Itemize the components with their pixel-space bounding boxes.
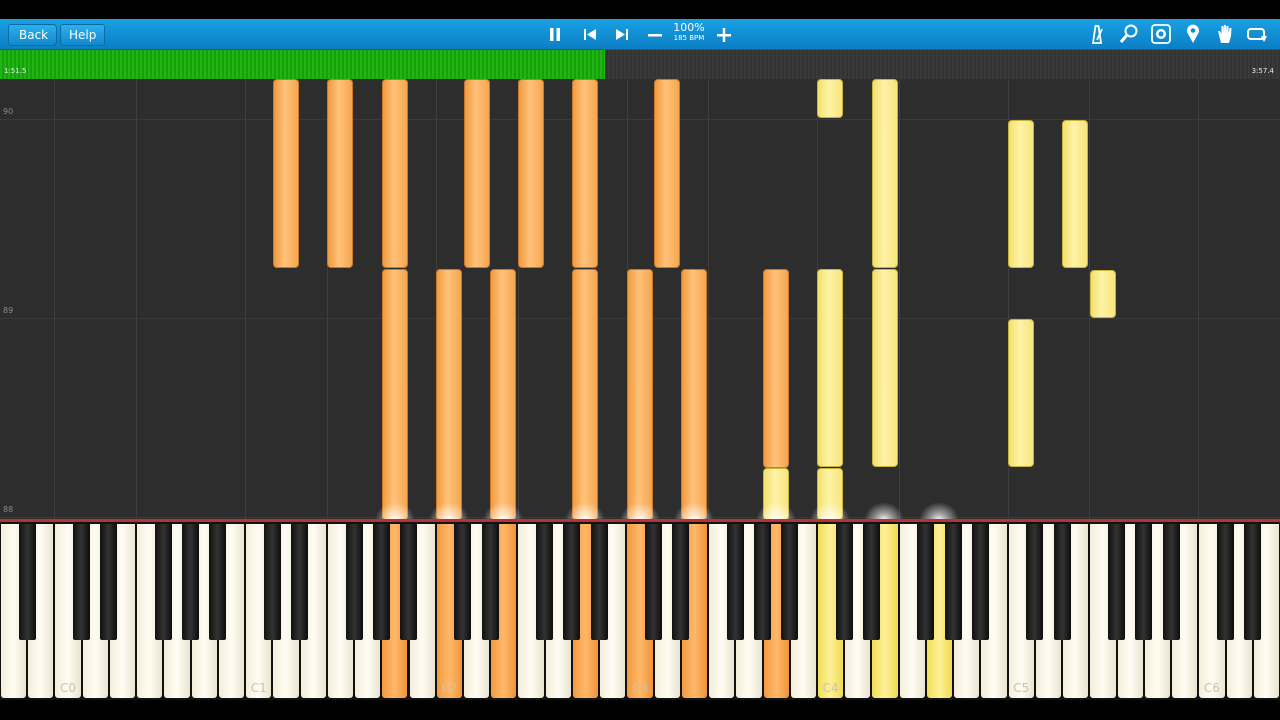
measure-line [0, 119, 1280, 120]
measure-number: 88 [3, 505, 14, 514]
note-left-hand [518, 79, 544, 268]
piano-black-key[interactable] [263, 524, 281, 640]
octave-label: C1 [250, 681, 267, 695]
piano-black-key[interactable] [291, 524, 309, 640]
grid-line [136, 79, 137, 520]
color-icon[interactable] [1150, 23, 1172, 45]
plus-icon[interactable] [710, 19, 738, 49]
note-left-hand [327, 79, 353, 268]
piano-black-key[interactable] [944, 524, 962, 640]
note-left-hand [382, 269, 408, 520]
piano-black-key[interactable] [1244, 524, 1262, 640]
toolbar: Back Help 100% 185 BPM [0, 19, 1280, 50]
piano-black-key[interactable] [563, 524, 581, 640]
octave-label: C3 [631, 681, 648, 695]
piano-black-key[interactable] [1026, 524, 1044, 640]
octave-label: C2 [441, 681, 458, 695]
help-button[interactable]: Help [60, 24, 106, 46]
piano-black-key[interactable] [862, 524, 880, 640]
piano-black-key[interactable] [73, 524, 91, 640]
grid-line [708, 79, 709, 520]
note-left-hand [490, 269, 516, 520]
piano-black-key[interactable] [400, 524, 417, 640]
minus-icon[interactable] [641, 19, 669, 49]
piano-black-key[interactable] [754, 524, 772, 640]
note-left-hand [436, 269, 462, 520]
piano-black-key[interactable] [781, 524, 799, 640]
octave-label: C0 [60, 681, 77, 695]
piano-black-key[interactable] [100, 524, 118, 640]
grid-line [54, 79, 55, 520]
grid-line [899, 79, 900, 520]
zoom-icon[interactable] [1118, 23, 1140, 45]
piano-black-key[interactable] [536, 524, 554, 640]
tempo-bpm: 185 BPM [673, 34, 705, 42]
progress-fill [0, 50, 606, 79]
note-right-hand [1008, 120, 1034, 268]
note-left-hand [572, 269, 598, 520]
skip-forward-icon[interactable] [608, 19, 636, 49]
octave-label: C5 [1013, 681, 1030, 695]
note-left-hand [382, 79, 408, 268]
octave-label: C6 [1203, 681, 1220, 695]
piano-black-key[interactable] [971, 524, 989, 640]
note-left-hand [464, 79, 490, 268]
piano-black-key[interactable] [917, 524, 935, 640]
metronome-icon[interactable] [1086, 23, 1108, 45]
loop-icon[interactable] [1246, 23, 1268, 45]
piano-black-key[interactable] [645, 524, 663, 640]
piano-black-key[interactable] [590, 524, 608, 640]
note-right-hand [1090, 270, 1116, 318]
octave-label: C4 [822, 681, 839, 695]
piano-black-key[interactable] [345, 524, 363, 640]
note-right-hand [872, 79, 898, 268]
piano-black-key[interactable] [372, 524, 390, 640]
piano-black-key[interactable] [1108, 524, 1126, 640]
measure-number: 89 [3, 306, 14, 315]
speed-percent: 100% [673, 21, 705, 34]
grid-line [1198, 79, 1199, 520]
piano-black-key[interactable] [835, 524, 853, 640]
current-time: 1:51.5 [4, 67, 27, 75]
pause-icon[interactable] [541, 19, 569, 49]
piano-black-key[interactable] [154, 524, 172, 640]
piano-black-key[interactable] [481, 524, 499, 640]
marker-icon[interactable] [1182, 23, 1204, 45]
note-right-hand [1008, 319, 1034, 467]
note-right-hand [1062, 120, 1088, 268]
piano-black-key[interactable] [454, 524, 472, 640]
grid-line [245, 79, 246, 520]
note-left-hand [273, 79, 299, 268]
note-right-hand [817, 79, 843, 118]
piano-black-key[interactable] [1135, 524, 1153, 640]
note-right-hand [817, 269, 843, 467]
note-roll: 90 89 88 [0, 79, 1280, 520]
piano-black-key[interactable] [1162, 524, 1180, 640]
note-left-hand [572, 79, 598, 268]
measure-number: 90 [3, 107, 14, 116]
piano-black-key[interactable] [1217, 524, 1235, 640]
back-button[interactable]: Back [8, 24, 58, 46]
note-right-hand [872, 269, 898, 467]
note-left-hand [681, 269, 707, 520]
piano-black-key[interactable] [1053, 524, 1071, 640]
note-left-hand [627, 269, 653, 520]
piano-black-key[interactable] [182, 524, 200, 640]
speed-display: 100% 185 BPM [668, 22, 710, 43]
piano-black-key[interactable] [209, 524, 227, 640]
piano-black-key[interactable] [672, 524, 690, 640]
total-time: 3:57.4 [1251, 67, 1274, 75]
piano-black-key[interactable] [726, 524, 744, 640]
skip-back-icon[interactable] [576, 19, 604, 49]
hand-icon[interactable] [1214, 23, 1236, 45]
piano-black-key[interactable] [18, 524, 36, 640]
piano-keyboard: C0 C1 C2 C3 C4 C5 C6 [0, 522, 1280, 700]
progress-bar[interactable]: 1:51.5 3:57.4 [0, 50, 1280, 79]
note-left-hand [654, 79, 680, 268]
note-left-hand [763, 269, 789, 468]
